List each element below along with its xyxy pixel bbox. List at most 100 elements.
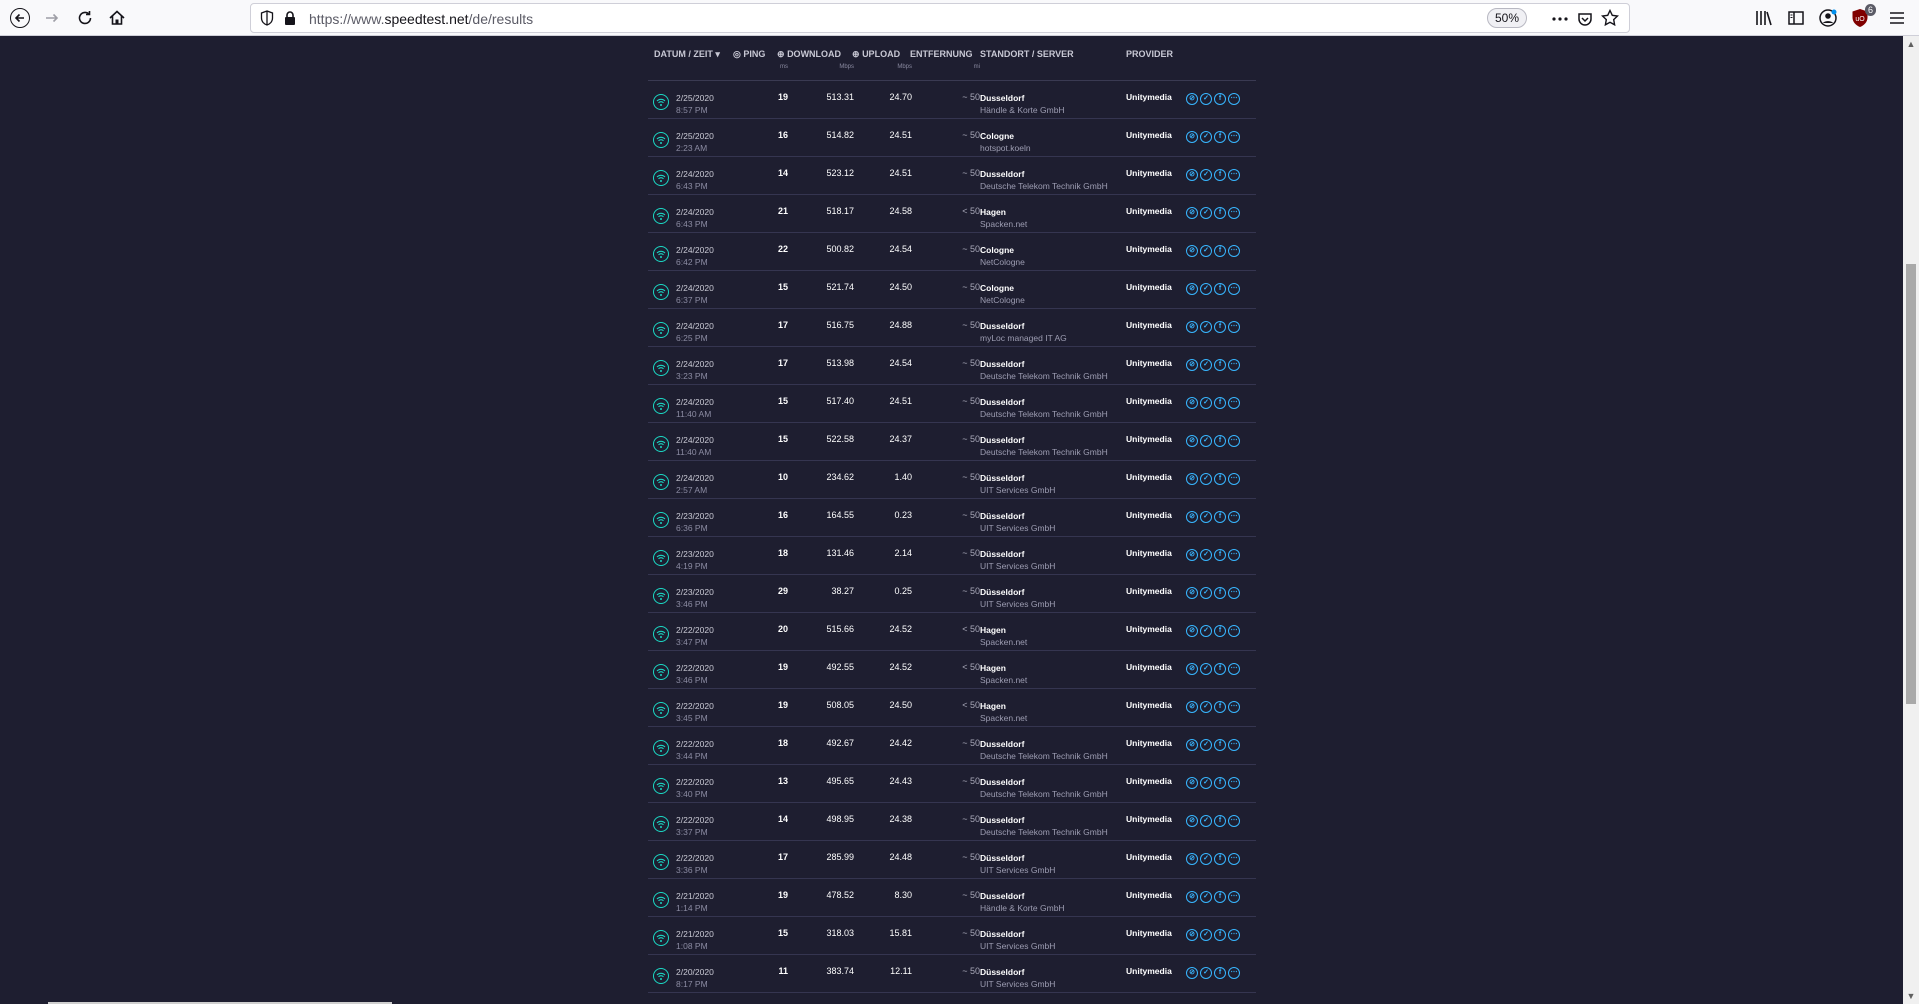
header-date-sort[interactable]: DATUM / ZEIT ▾	[654, 49, 720, 60]
result-link-icon[interactable]: ⊘	[1186, 625, 1198, 637]
twitter-share-icon[interactable]: ✓	[1200, 587, 1212, 599]
facebook-share-icon[interactable]: f	[1214, 169, 1226, 181]
more-options-icon[interactable]: ⋯	[1228, 587, 1240, 599]
account-icon[interactable]	[1818, 8, 1838, 28]
facebook-share-icon[interactable]: f	[1214, 777, 1226, 789]
result-row[interactable]: 2/24/2020 11:40 AM 15 522.58 24.37 ~ 50 Dussel…	[648, 423, 1256, 461]
result-row[interactable]: 2/24/2020 6:42 PM 22 500.82 24.54 ~ 50 Cologne…	[648, 233, 1256, 271]
twitter-share-icon[interactable]: ✓	[1200, 131, 1212, 143]
result-row[interactable]: 2/21/2020 1:08 PM 15 318.03 15.81 ~ 50 Düsseld…	[648, 917, 1256, 955]
result-link-icon[interactable]: ⊘	[1186, 397, 1198, 409]
more-options-icon[interactable]: ⋯	[1228, 701, 1240, 713]
twitter-share-icon[interactable]: ✓	[1200, 93, 1212, 105]
twitter-share-icon[interactable]: ✓	[1200, 511, 1212, 523]
result-link-icon[interactable]: ⊘	[1186, 169, 1198, 181]
twitter-share-icon[interactable]: ✓	[1200, 397, 1212, 409]
result-link-icon[interactable]: ⊘	[1186, 587, 1198, 599]
facebook-share-icon[interactable]: f	[1214, 321, 1226, 333]
page-actions-menu-icon[interactable]	[1551, 10, 1569, 28]
twitter-share-icon[interactable]: ✓	[1200, 853, 1212, 865]
header-server[interactable]: STANDORT / SERVER	[980, 49, 1074, 59]
scroll-thumb[interactable]	[1906, 264, 1916, 704]
more-options-icon[interactable]: ⋯	[1228, 511, 1240, 523]
back-button[interactable]	[5, 3, 35, 33]
twitter-share-icon[interactable]: ✓	[1200, 549, 1212, 561]
more-options-icon[interactable]: ⋯	[1228, 625, 1240, 637]
reload-button[interactable]	[70, 3, 100, 33]
result-link-icon[interactable]: ⊘	[1186, 473, 1198, 485]
facebook-share-icon[interactable]: f	[1214, 93, 1226, 105]
facebook-share-icon[interactable]: f	[1214, 397, 1226, 409]
result-link-icon[interactable]: ⊘	[1186, 701, 1198, 713]
facebook-share-icon[interactable]: f	[1214, 473, 1226, 485]
more-options-icon[interactable]: ⋯	[1228, 207, 1240, 219]
header-provider[interactable]: PROVIDER	[1126, 49, 1173, 59]
more-options-icon[interactable]: ⋯	[1228, 739, 1240, 751]
twitter-share-icon[interactable]: ✓	[1200, 473, 1212, 485]
result-link-icon[interactable]: ⊘	[1186, 891, 1198, 903]
result-row[interactable]: 2/23/2020 6:36 PM 16 164.55 0.23 ~ 50 Düsseldo…	[648, 499, 1256, 537]
facebook-share-icon[interactable]: f	[1214, 663, 1226, 675]
result-row[interactable]: 2/24/2020 6:25 PM 17 516.75 24.88 ~ 50 Dusseld…	[648, 309, 1256, 347]
more-options-icon[interactable]: ⋯	[1228, 815, 1240, 827]
more-options-icon[interactable]: ⋯	[1228, 549, 1240, 561]
twitter-share-icon[interactable]: ✓	[1200, 777, 1212, 789]
result-link-icon[interactable]: ⊘	[1186, 815, 1198, 827]
url-text[interactable]: https://www.speedtest.net/de/results	[309, 11, 533, 27]
twitter-share-icon[interactable]: ✓	[1200, 283, 1212, 295]
facebook-share-icon[interactable]: f	[1214, 701, 1226, 713]
sidebar-icon[interactable]	[1786, 9, 1806, 27]
result-link-icon[interactable]: ⊘	[1186, 359, 1198, 371]
more-options-icon[interactable]: ⋯	[1228, 397, 1240, 409]
header-ping[interactable]: ◎ PING	[733, 49, 765, 60]
result-link-icon[interactable]: ⊘	[1186, 93, 1198, 105]
more-options-icon[interactable]: ⋯	[1228, 891, 1240, 903]
result-row[interactable]: 2/20/2020 8:17 PM 11 383.74 12.11 ~ 50 Düsseld…	[648, 955, 1256, 993]
tracking-protection-shield-icon[interactable]	[259, 10, 275, 26]
result-link-icon[interactable]: ⊘	[1186, 853, 1198, 865]
result-link-icon[interactable]: ⊘	[1186, 929, 1198, 941]
more-options-icon[interactable]: ⋯	[1228, 321, 1240, 333]
facebook-share-icon[interactable]: f	[1214, 435, 1226, 447]
result-row[interactable]: 2/23/2020 4:19 PM 18 131.46 2.14 ~ 50 Düsseldo…	[648, 537, 1256, 575]
facebook-share-icon[interactable]: f	[1214, 929, 1226, 941]
zoom-level-button[interactable]: 50%	[1487, 8, 1527, 28]
facebook-share-icon[interactable]: f	[1214, 891, 1226, 903]
forward-button[interactable]	[37, 3, 67, 33]
facebook-share-icon[interactable]: f	[1214, 587, 1226, 599]
facebook-share-icon[interactable]: f	[1214, 511, 1226, 523]
result-row[interactable]: 2/24/2020 6:43 PM 14 523.12 24.51 ~ 50 Dusseld…	[648, 157, 1256, 195]
facebook-share-icon[interactable]: f	[1214, 283, 1226, 295]
facebook-share-icon[interactable]: f	[1214, 207, 1226, 219]
more-options-icon[interactable]: ⋯	[1228, 663, 1240, 675]
result-row[interactable]: 2/22/2020 3:46 PM 19 492.55 24.52 < 50 Hagen Sp…	[648, 651, 1256, 689]
result-link-icon[interactable]: ⊘	[1186, 435, 1198, 447]
library-icon[interactable]	[1754, 9, 1774, 27]
twitter-share-icon[interactable]: ✓	[1200, 739, 1212, 751]
twitter-share-icon[interactable]: ✓	[1200, 967, 1212, 979]
result-row[interactable]: 2/22/2020 3:45 PM 19 508.05 24.50 < 50 Hagen Sp…	[648, 689, 1256, 727]
twitter-share-icon[interactable]: ✓	[1200, 207, 1212, 219]
result-link-icon[interactable]: ⊘	[1186, 245, 1198, 257]
twitter-share-icon[interactable]: ✓	[1200, 245, 1212, 257]
result-link-icon[interactable]: ⊘	[1186, 321, 1198, 333]
twitter-share-icon[interactable]: ✓	[1200, 435, 1212, 447]
result-row[interactable]: 2/22/2020 3:44 PM 18 492.67 24.42 ~ 50 Dusseld…	[648, 727, 1256, 765]
result-row[interactable]: 2/25/2020 8:57 PM 19 513.31 24.70 ~ 50 Dusseld…	[648, 81, 1256, 119]
header-upload[interactable]: ⊕ UPLOAD	[852, 49, 900, 60]
ublock-shield-icon[interactable]: uO 6	[1850, 4, 1876, 28]
lock-icon[interactable]	[283, 10, 297, 26]
more-options-icon[interactable]: ⋯	[1228, 245, 1240, 257]
twitter-share-icon[interactable]: ✓	[1200, 169, 1212, 181]
facebook-share-icon[interactable]: f	[1214, 815, 1226, 827]
pocket-icon[interactable]	[1576, 10, 1594, 28]
result-link-icon[interactable]: ⊘	[1186, 511, 1198, 523]
header-download[interactable]: ⊕ DOWNLOAD	[777, 49, 841, 60]
twitter-share-icon[interactable]: ✓	[1200, 321, 1212, 333]
result-row[interactable]: 2/24/2020 3:23 PM 17 513.98 24.54 ~ 50 Dusseld…	[648, 347, 1256, 385]
facebook-share-icon[interactable]: f	[1214, 967, 1226, 979]
result-link-icon[interactable]: ⊘	[1186, 663, 1198, 675]
result-link-icon[interactable]: ⊘	[1186, 777, 1198, 789]
facebook-share-icon[interactable]: f	[1214, 739, 1226, 751]
more-options-icon[interactable]: ⋯	[1228, 777, 1240, 789]
